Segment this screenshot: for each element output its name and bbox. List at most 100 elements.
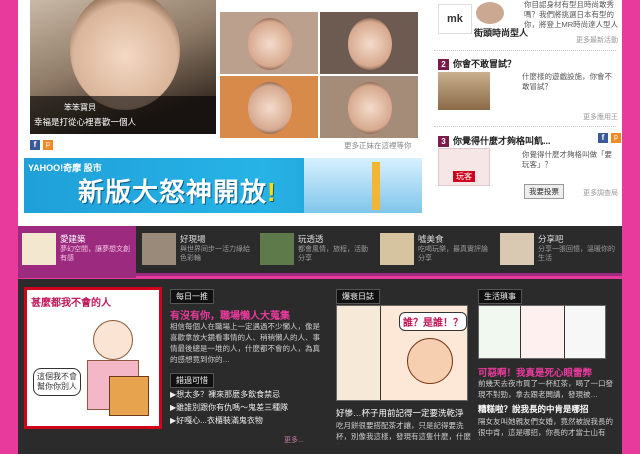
nav-desc: 與世界同步一活力綠給色彩輪 — [180, 246, 250, 262]
featured-name[interactable]: 笨笨寶貝 — [64, 102, 96, 113]
missed-section-title: 錯過可惜 — [170, 373, 214, 388]
nav-label: 愛建築 — [60, 234, 86, 244]
right-column: mk 街頭時尚型人 你目認身材有型且時尚敢秀嗎？我們將挑選日本有型的你，將登上M… — [434, 0, 622, 214]
photo-thumbnail-grid — [220, 0, 420, 138]
divider — [434, 50, 616, 51]
nav-desc: 吃喝玩樂，最真實評論分享 — [418, 246, 488, 262]
life-headline[interactable]: 可惡啊！我真是死心眼雷弊 — [478, 365, 592, 379]
item2-title: 你會不敢冒試？ — [453, 59, 517, 69]
item2-desc: 什麼樣的遊戲設施，你會不敢冒試？ — [522, 72, 612, 91]
yahoo-brand: YAHOO!奇摩 — [28, 163, 82, 173]
banner-slogan: 新版大怒神開放! — [78, 172, 277, 209]
item3-desc: 你覺得什麼才夠格叫做「要玩客」？ — [522, 150, 612, 169]
strip-panel-3 — [565, 306, 605, 358]
page: 笨笨寶貝 幸福是打從心裡喜歡一個人 f p 更多正妹在這裡等你 YAHOO!奇摩… — [18, 0, 622, 454]
thumbnail-3[interactable] — [220, 76, 318, 138]
featured-more-link[interactable]: 更多正妹在這裡等你 — [344, 140, 412, 151]
nav-label: 分享吧 — [538, 234, 564, 244]
nav-item-food[interactable]: 噓美食 吃喝玩樂，最真實評論分享 — [380, 230, 496, 270]
plurk-icon[interactable]: p — [43, 140, 53, 150]
life-section-title: 生活瑣事 — [478, 289, 522, 304]
nav-desc: 分享一張回憶，溫暖你的生活 — [538, 246, 615, 262]
missed-link-2[interactable]: ▶雖誰別跟你有仇嗎～鬼差三種隊 — [170, 402, 288, 413]
ride-tower-graphic — [372, 162, 380, 210]
featured-photo[interactable]: 笨笨寶貝 幸福是打從心裡喜歡一個人 — [30, 0, 216, 134]
life-body: 前幾天去夜市買了一杯紅茶，喝了一口發現不對勁，拿去跟老闆講，發現被… — [478, 379, 613, 399]
explode-body: 吃月餅很要搭配茶才讓，只是記得要洗杯，別像我這樣，發現有這隻什麼，什麼都… — [336, 421, 471, 444]
plurk-icon[interactable]: p — [611, 133, 621, 143]
item2-heading[interactable]: 2 你會不敢冒試？ — [438, 57, 516, 70]
item2-number: 2 — [438, 59, 449, 70]
item3-heading[interactable]: 3 你覺得什麼才夠格叫飢... — [438, 134, 551, 147]
featured-caption[interactable]: 幸福是打從心裡喜歡一個人 — [34, 116, 136, 128]
strip-panel-2 — [521, 306, 565, 358]
thumbnail-face — [248, 18, 292, 70]
item3-badge: 玩客 — [453, 171, 475, 182]
daily-body: 相信每個人在職場上一定遇過不少懶人，像是喜歡拿放大鏡看事情的人、稍稍懶人的人、事… — [170, 322, 320, 364]
daily-more-link[interactable]: 更多... — [284, 435, 304, 445]
bottom-section: 甚麼都我不會的人 這個我不會幫你你別人 每日一推 有沒有你，職場懶人大蒐集 相信… — [18, 279, 622, 454]
nav-item-architecture[interactable]: 愛建築 夢幻空間，讓夢想文創有感 — [22, 230, 134, 270]
missed-link-3[interactable]: ▶好嘎心...衣櫃裝滿鬼衣物 — [170, 415, 263, 426]
featured-caption-bar: 笨笨寶貝 幸福是打從心裡喜歡一個人 — [30, 96, 216, 134]
comic-speech-bubble: 這個我不會幫你你別人 — [33, 368, 81, 396]
strip-panel-1 — [337, 306, 381, 400]
nav-label: 噓美食 — [418, 234, 444, 244]
thumbnail-face — [248, 82, 292, 134]
model-avatar — [476, 2, 504, 24]
nav-item-share[interactable]: 分享吧 分享一張回憶，溫暖你的生活 — [500, 230, 618, 270]
nav-label: 好現場 — [180, 234, 206, 244]
daily-headline[interactable]: 有沒有你，職場懶人大蒐集 — [170, 307, 290, 322]
thumbnail-4[interactable] — [320, 76, 418, 138]
item3-image[interactable]: 玩客 — [438, 148, 490, 186]
thumbnail-face — [348, 18, 392, 70]
life-comic-strip[interactable] — [478, 305, 606, 359]
explode-section-title: 爆衰日誌 — [336, 289, 380, 304]
nav-thumb — [142, 233, 176, 265]
strip-panel-1 — [479, 306, 521, 358]
thumbnail-1[interactable] — [220, 12, 318, 74]
banner-slogan-bang: ! — [267, 177, 277, 207]
item1-title[interactable]: 街頭時尚型人 — [474, 26, 528, 39]
comic-character-face — [93, 320, 133, 360]
explode-headline[interactable]: 好慘…杯子用前記得一定要洗乾淨 — [336, 407, 464, 419]
nav-item-scene[interactable]: 好現場 與世界同步一活力綠給色彩輪 — [142, 230, 256, 270]
daily-section-title: 每日一推 — [170, 289, 214, 304]
nav-item-travel[interactable]: 玩透透 都會風情，旅程，活動分享 — [260, 230, 376, 270]
thumbnail-face — [348, 82, 392, 134]
nav-thumb — [260, 233, 294, 265]
item3-more-link[interactable]: 更多調查局 — [583, 188, 618, 198]
main-comic[interactable]: 甚麼都我不會的人 這個我不會幫你你別人 — [24, 287, 162, 429]
yahoo-stock-banner[interactable]: YAHOO!奇摩 股市 新版大怒神開放! — [24, 158, 422, 213]
channel-nav: 愛建築 夢幻空間，讓夢想文創有感 好現場 與世界同步一活力綠給色彩輪 玩透透 都… — [18, 226, 622, 278]
facebook-icon[interactable]: f — [598, 133, 608, 143]
life-headline-2[interactable]: 糟糕啦？說我長的中肯是哪招 — [478, 403, 589, 415]
divider — [434, 126, 616, 127]
banner-slogan-text: 新版大怒神開放 — [78, 177, 268, 207]
explode-comic-strip[interactable]: 誰？是誰！？ — [336, 305, 468, 401]
facebook-icon[interactable]: f — [30, 140, 40, 150]
mr-logo-text: mk — [447, 13, 463, 25]
comic-box — [109, 376, 149, 416]
mr-logo: mk — [438, 4, 472, 34]
item1-more-link[interactable]: 更多最新活動 — [576, 35, 618, 45]
vote-button[interactable]: 我要投票 — [524, 184, 564, 199]
item3-title: 你覺得什麼才夠格叫飢... — [453, 136, 551, 146]
missed-link-1[interactable]: ▶想太多？裸來那麼多飲食禁忌 — [170, 389, 280, 400]
nav-desc: 都會風情，旅程，活動分享 — [298, 246, 368, 262]
nav-desc: 夢幻空間，讓夢想文創有感 — [60, 246, 130, 262]
nav-thumb — [22, 233, 56, 265]
banner-ride-illustration — [304, 158, 422, 213]
strip-face — [407, 338, 453, 384]
thumbnail-2[interactable] — [320, 12, 418, 74]
featured-face-image — [70, 0, 180, 110]
nav-thumb — [380, 233, 414, 265]
nav-label: 玩透透 — [298, 234, 324, 244]
nav-thumb — [500, 233, 534, 265]
top-section: 笨笨寶貝 幸福是打從心裡喜歡一個人 f p 更多正妹在這裡等你 YAHOO!奇摩… — [18, 0, 622, 226]
trojan-horse-image[interactable] — [438, 72, 490, 110]
item2-more-link[interactable]: 更多應用王 — [583, 112, 618, 122]
item3-number: 3 — [438, 136, 449, 147]
life-body-2: 隔女友叫她親友們女婚，竟然被說我長的很中肯，這是哪招，你長的才當士山有好… — [478, 417, 613, 440]
item1-desc: 你目認身材有型且時尚敢秀嗎？我們將挑選日本有型的你，將登上MR時尚達人型人達人！ — [524, 0, 619, 29]
